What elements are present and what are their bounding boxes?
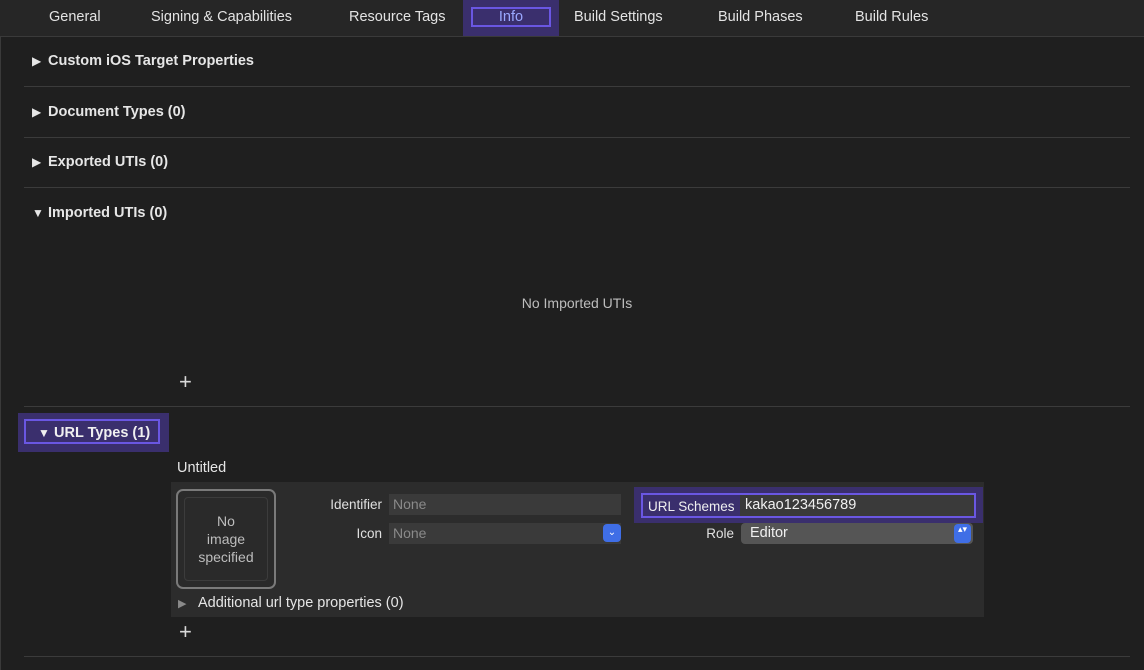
section-title: Custom iOS Target Properties bbox=[48, 53, 254, 69]
disclosure-collapsed-icon[interactable]: ▶ bbox=[32, 155, 48, 169]
tab-bar: General Signing & Capabilities Resource … bbox=[0, 0, 1144, 37]
icon-combo-field[interactable]: None bbox=[389, 523, 621, 544]
url-types-title: ▼ URL Types (1) bbox=[38, 425, 150, 441]
add-imported-uti-plus-icon[interactable]: + bbox=[179, 371, 192, 393]
tab-build-settings[interactable]: Build Settings bbox=[574, 0, 663, 36]
section-divider bbox=[24, 656, 1130, 657]
url-type-image-well[interactable]: No image specified bbox=[176, 489, 276, 589]
icon-field-placeholder: None bbox=[393, 525, 427, 541]
section-divider bbox=[24, 86, 1130, 87]
image-placeholder-line: No bbox=[217, 513, 235, 529]
url-schemes-field[interactable]: kakao123456789 bbox=[740, 495, 974, 516]
url-types-header[interactable]: ▼ URL Types (1) bbox=[24, 419, 160, 444]
section-title: Imported UTIs (0) bbox=[48, 205, 168, 221]
url-schemes-highlight: URL Schemes kakao123456789 bbox=[634, 487, 983, 523]
section-exported-utis[interactable]: ▶ Exported UTIs (0) bbox=[32, 154, 168, 170]
url-type-name: Untitled bbox=[177, 460, 227, 476]
url-schemes-label: URL Schemes bbox=[648, 499, 735, 514]
tab-general[interactable]: General bbox=[49, 0, 101, 36]
image-placeholder-line: image bbox=[206, 531, 246, 547]
additional-url-type-properties[interactable]: ▶ Additional url type properties (0) bbox=[178, 595, 404, 611]
imported-utis-empty-message: No Imported UTIs bbox=[521, 295, 633, 311]
updown-arrows-icon: ▴▾ bbox=[954, 524, 971, 543]
icon-label: Icon bbox=[356, 526, 382, 541]
section-document-types[interactable]: ▶ Document Types (0) bbox=[32, 104, 186, 120]
section-custom-ios-target-properties[interactable]: ▶ Custom iOS Target Properties bbox=[32, 53, 254, 69]
tab-signing-capabilities[interactable]: Signing & Capabilities bbox=[151, 0, 292, 36]
tab-info-highlight: Info bbox=[463, 0, 559, 36]
disclosure-collapsed-icon[interactable]: ▶ bbox=[32, 105, 48, 119]
section-title: URL Types (1) bbox=[54, 425, 151, 441]
section-title: Document Types (0) bbox=[48, 104, 186, 120]
section-divider bbox=[24, 187, 1130, 188]
chevron-down-icon[interactable]: ⌄ bbox=[603, 524, 621, 542]
url-schemes-row: URL Schemes kakao123456789 bbox=[641, 493, 976, 518]
identifier-field[interactable]: None bbox=[389, 494, 621, 515]
left-edge-line bbox=[0, 37, 1, 670]
section-divider bbox=[24, 137, 1130, 138]
add-url-type-plus-icon[interactable]: + bbox=[179, 621, 192, 643]
disclosure-collapsed-icon[interactable]: ▶ bbox=[32, 54, 48, 68]
disclosure-expanded-icon[interactable]: ▼ bbox=[32, 206, 48, 220]
section-title: Exported UTIs (0) bbox=[48, 154, 169, 170]
identifier-label: Identifier bbox=[330, 497, 382, 512]
role-label: Role bbox=[706, 526, 734, 541]
section-imported-utis[interactable]: ▼ Imported UTIs (0) bbox=[32, 205, 167, 221]
image-placeholder-line: specified bbox=[198, 549, 254, 565]
disclosure-expanded-icon[interactable]: ▼ bbox=[38, 426, 54, 440]
tab-resource-tags[interactable]: Resource Tags bbox=[349, 0, 445, 36]
url-types-highlight: ▼ URL Types (1) bbox=[18, 413, 169, 452]
section-divider bbox=[24, 406, 1130, 407]
additional-properties-label: Additional url type properties (0) bbox=[198, 595, 404, 611]
tab-build-phases[interactable]: Build Phases bbox=[718, 0, 803, 36]
role-select[interactable]: Editor ▴▾ bbox=[741, 523, 973, 544]
image-placeholder: No image specified bbox=[184, 497, 268, 581]
tab-info[interactable]: Info bbox=[471, 7, 551, 27]
updown-glyph: ▴▾ bbox=[957, 524, 968, 534]
disclosure-collapsed-icon[interactable]: ▶ bbox=[178, 597, 198, 610]
role-selected-value: Editor bbox=[750, 525, 788, 541]
tab-build-rules[interactable]: Build Rules bbox=[855, 0, 928, 36]
